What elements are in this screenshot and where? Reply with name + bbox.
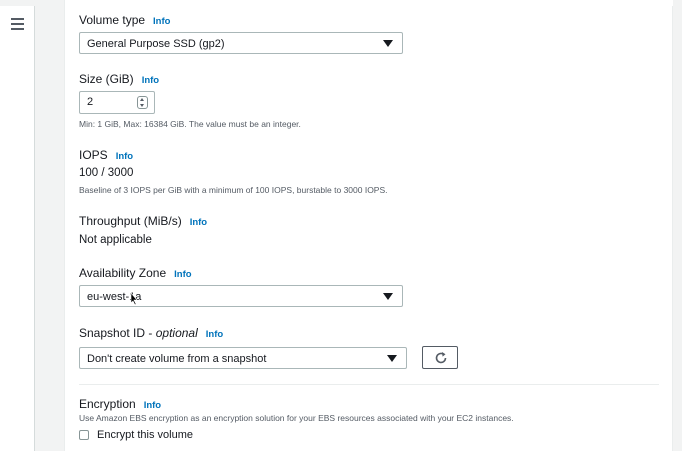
hamburger-menu-icon[interactable] <box>11 18 24 30</box>
availability-zone-select[interactable]: eu-west-1a <box>79 285 403 307</box>
iops-hint: Baseline of 3 IOPS per GiB with a minimu… <box>79 185 388 195</box>
snapshot-label-text: Snapshot ID - <box>79 326 156 340</box>
size-input[interactable]: 2 <box>79 91 155 114</box>
size-input-value: 2 <box>87 96 94 108</box>
size-hint: Min: 1 GiB, Max: 16384 GiB. The value mu… <box>79 119 301 129</box>
availability-zone-label: Availability Zone Info <box>79 266 192 280</box>
throughput-label-text: Throughput (MiB/s) <box>79 214 182 228</box>
snapshot-label: Snapshot ID - optional Info <box>79 326 223 340</box>
encryption-info-link[interactable]: Info <box>144 400 161 411</box>
snapshot-selected-value: Don't create volume from a snapshot <box>87 353 267 365</box>
availability-zone-label-text: Availability Zone <box>79 266 167 280</box>
snapshot-info-link[interactable]: Info <box>206 329 223 340</box>
encrypt-volume-checkbox[interactable] <box>79 430 89 440</box>
left-navigation-rail <box>0 6 35 451</box>
caret-down-icon <box>383 40 393 47</box>
page-gutter <box>35 6 64 451</box>
size-label: Size (GiB) Info <box>79 72 159 86</box>
throughput-value: Not applicable <box>79 234 152 246</box>
size-label-text: Size (GiB) <box>79 72 134 86</box>
volume-type-selected-value: General Purpose SSD (gp2) <box>87 38 225 50</box>
volume-type-info-link[interactable]: Info <box>153 16 170 27</box>
iops-label: IOPS Info <box>79 148 133 162</box>
encryption-label: Encryption Info <box>79 397 161 411</box>
encryption-description: Use Amazon EBS encryption as an encrypti… <box>79 413 514 423</box>
throughput-info-link[interactable]: Info <box>190 217 207 228</box>
refresh-snapshots-button[interactable] <box>422 346 458 369</box>
scroll-edge <box>672 6 682 451</box>
availability-zone-info-link[interactable]: Info <box>174 269 191 280</box>
snapshot-optional-text: optional <box>155 326 198 340</box>
iops-info-link[interactable]: Info <box>116 151 133 162</box>
size-info-link[interactable]: Info <box>142 75 159 86</box>
text-cursor-icon <box>130 293 137 305</box>
volume-type-select[interactable]: General Purpose SSD (gp2) <box>79 32 403 54</box>
caret-down-icon <box>383 293 393 300</box>
encrypt-volume-label[interactable]: Encrypt this volume <box>97 429 193 441</box>
encryption-label-text: Encryption <box>79 397 136 411</box>
number-spinner-icon[interactable] <box>137 96 148 109</box>
volume-type-label: Volume type Info <box>79 13 170 27</box>
refresh-icon <box>435 352 447 364</box>
section-divider <box>79 384 659 385</box>
throughput-label: Throughput (MiB/s) Info <box>79 214 207 228</box>
snapshot-select[interactable]: Don't create volume from a snapshot <box>79 347 407 369</box>
iops-label-text: IOPS <box>79 148 108 162</box>
caret-down-icon <box>387 355 397 362</box>
volume-type-label-text: Volume type <box>79 13 146 27</box>
iops-value: 100 / 3000 <box>79 167 134 179</box>
